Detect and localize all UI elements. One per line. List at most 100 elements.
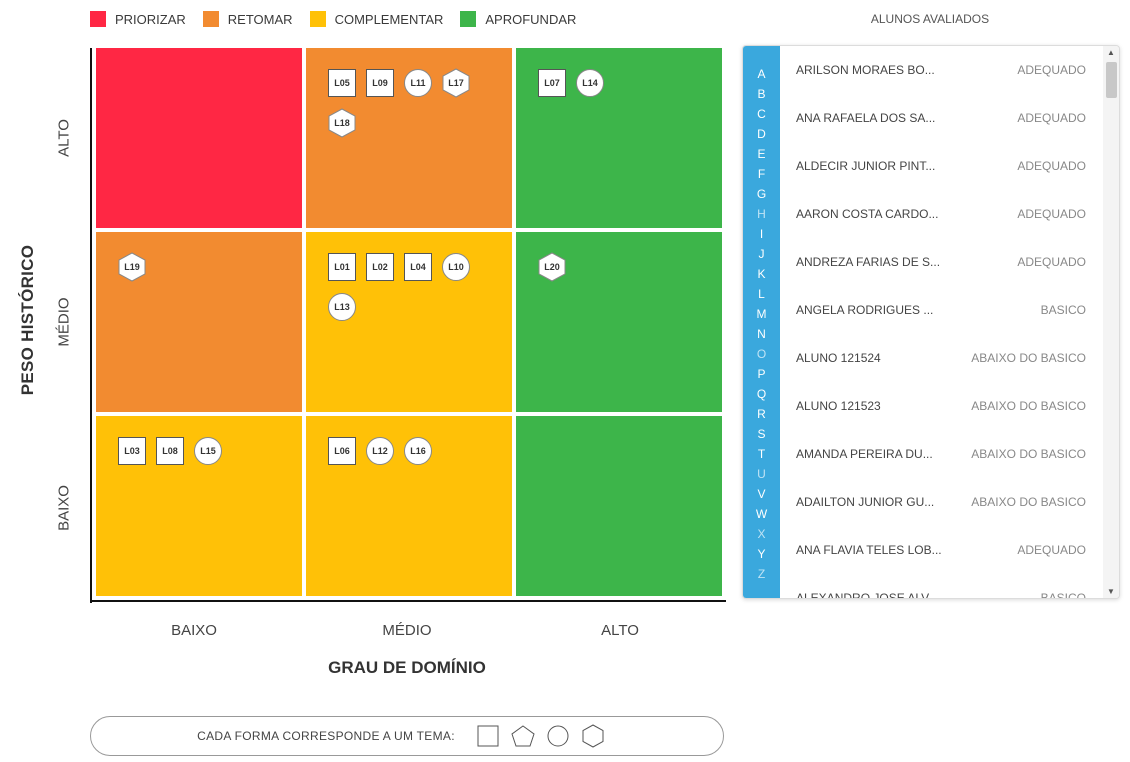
student-row[interactable]: ANA FLAVIA TELES LOB... ADEQUADO xyxy=(780,526,1104,574)
x-axis-line xyxy=(90,600,726,602)
alphabet-letter-o[interactable]: O xyxy=(757,344,766,364)
matrix-cell-baixo-medio: L06 L12 L16 xyxy=(306,416,512,596)
student-row[interactable]: ALDECIR JUNIOR PINT... ADEQUADO xyxy=(780,142,1104,190)
topic-marker-l20[interactable]: L20 xyxy=(538,252,566,282)
topic-marker-label: L01 xyxy=(334,262,350,272)
student-status: ADEQUADO xyxy=(1017,255,1086,269)
topic-marker-label: L04 xyxy=(410,262,426,272)
topic-marker-l03[interactable]: L03 xyxy=(118,437,146,465)
student-row[interactable]: ANGELA RODRIGUES ... BASICO xyxy=(780,286,1104,334)
student-row[interactable]: ALUNO 121523 ABAIXO DO BASICO xyxy=(780,382,1104,430)
topic-marker-l01[interactable]: L01 xyxy=(328,253,356,281)
alphabet-letter-t[interactable]: T xyxy=(758,444,765,464)
topic-marker-l16[interactable]: L16 xyxy=(404,437,432,465)
student-row[interactable]: ADAILTON JUNIOR GU... ABAIXO DO BASICO xyxy=(780,478,1104,526)
topic-marker-label: L16 xyxy=(410,446,426,456)
topic-marker-l07[interactable]: L07 xyxy=(538,69,566,97)
topic-marker-label: L10 xyxy=(448,262,464,272)
matrix-cell-alto-medio: L05 L09 L11 L17 L18 xyxy=(306,48,512,228)
topic-marker-l19[interactable]: L19 xyxy=(118,252,146,282)
alphabet-letter-a[interactable]: A xyxy=(757,64,765,84)
student-status: ABAIXO DO BASICO xyxy=(971,495,1086,509)
alphabet-letter-u[interactable]: U xyxy=(757,464,766,484)
y-axis-label-medio: MÉDIO xyxy=(55,297,73,347)
student-row[interactable]: ANDREZA FARIAS DE S... ADEQUADO xyxy=(780,238,1104,286)
circle-icon xyxy=(547,725,569,747)
alphabet-letter-p[interactable]: P xyxy=(757,364,765,384)
student-row[interactable]: AMANDA PEREIRA DU... ABAIXO DO BASICO xyxy=(780,430,1104,478)
alphabet-letter-k[interactable]: K xyxy=(757,264,765,284)
student-row[interactable]: ARILSON MORAES BO... ADEQUADO xyxy=(780,46,1104,94)
students-panel: ABCDEFGHIJKLMNOPQRSTUVWXYZ ARILSON MORAE… xyxy=(742,45,1120,599)
alphabet-letter-s[interactable]: S xyxy=(757,424,765,444)
alphabet-letter-y[interactable]: Y xyxy=(757,544,765,564)
scroll-up-icon[interactable]: ▲ xyxy=(1103,48,1119,57)
topic-marker-label: L12 xyxy=(372,446,388,456)
student-name: ALEXANDRO JOSE ALV... xyxy=(796,591,939,598)
alphabet-letter-c[interactable]: C xyxy=(757,104,766,124)
topic-marker-l13[interactable]: L13 xyxy=(328,293,356,321)
student-row[interactable]: AARON COSTA CARDO... ADEQUADO xyxy=(780,190,1104,238)
topic-marker-l12[interactable]: L12 xyxy=(366,437,394,465)
matrix-cell-medio-medio: L01 L02 L04 L10 L13 xyxy=(306,232,512,412)
student-name: ALUNO 121523 xyxy=(796,399,881,413)
student-status: ABAIXO DO BASICO xyxy=(971,447,1086,461)
x-axis-label-alto: ALTO xyxy=(601,622,639,639)
topic-marker-l15[interactable]: L15 xyxy=(194,437,222,465)
alphabet-letter-d[interactable]: D xyxy=(757,124,766,144)
student-name: ALUNO 121524 xyxy=(796,351,881,365)
alphabet-letter-v[interactable]: V xyxy=(757,484,765,504)
alphabet-index: ABCDEFGHIJKLMNOPQRSTUVWXYZ xyxy=(743,46,780,598)
topic-marker-l18[interactable]: L18 xyxy=(328,108,356,138)
alphabet-letter-x[interactable]: X xyxy=(757,524,765,544)
topic-marker-l10[interactable]: L10 xyxy=(442,253,470,281)
alphabet-letter-g[interactable]: G xyxy=(757,184,766,204)
scroll-thumb[interactable] xyxy=(1106,62,1117,98)
student-name: AMANDA PEREIRA DU... xyxy=(796,447,933,461)
alphabet-letter-l[interactable]: L xyxy=(758,284,765,304)
student-name: ANGELA RODRIGUES ... xyxy=(796,303,934,317)
legend-label: APROFUNDAR xyxy=(485,11,577,27)
alphabet-letter-z[interactable]: Z xyxy=(758,564,765,584)
alphabet-letter-j[interactable]: J xyxy=(759,244,765,264)
hexagon-icon xyxy=(581,724,605,748)
student-row[interactable]: ANA RAFAELA DOS SA... ADEQUADO xyxy=(780,94,1104,142)
topic-marker-l08[interactable]: L08 xyxy=(156,437,184,465)
topic-marker-l04[interactable]: L04 xyxy=(404,253,432,281)
student-name: ALDECIR JUNIOR PINT... xyxy=(796,159,936,173)
topic-marker-l09[interactable]: L09 xyxy=(366,69,394,97)
alphabet-letter-e[interactable]: E xyxy=(757,144,765,164)
student-row[interactable]: ALUNO 121524 ABAIXO DO BASICO xyxy=(780,334,1104,382)
student-list[interactable]: ARILSON MORAES BO... ADEQUADO ANA RAFAELA … xyxy=(780,46,1104,598)
student-status: BASICO xyxy=(1040,303,1086,317)
topic-marker-l17[interactable]: L17 xyxy=(442,68,470,98)
matrix-cell-baixo-alto xyxy=(516,416,722,596)
alphabet-letter-r[interactable]: R xyxy=(757,404,766,424)
topic-marker-l06[interactable]: L06 xyxy=(328,437,356,465)
student-row[interactable]: ALEXANDRO JOSE ALV... BASICO xyxy=(780,574,1104,598)
topic-marker-label: L08 xyxy=(162,446,178,456)
alphabet-letter-m[interactable]: M xyxy=(757,304,767,324)
alphabet-letter-f[interactable]: F xyxy=(758,164,765,184)
alphabet-letter-b[interactable]: B xyxy=(757,84,765,104)
y-axis-title: PESO HISTÓRICO xyxy=(18,244,37,396)
student-status: ADEQUADO xyxy=(1017,111,1086,125)
alphabet-letter-q[interactable]: Q xyxy=(757,384,766,404)
y-axis-line xyxy=(90,48,92,603)
student-list-scrollbar[interactable]: ▲ ▼ xyxy=(1103,46,1119,598)
topic-marker-label: L06 xyxy=(334,446,350,456)
alphabet-letter-i[interactable]: I xyxy=(760,224,763,244)
topic-marker-l14[interactable]: L14 xyxy=(576,69,604,97)
student-status: BASICO xyxy=(1040,591,1086,598)
student-name: AARON COSTA CARDO... xyxy=(796,207,939,221)
topic-marker-l02[interactable]: L02 xyxy=(366,253,394,281)
topic-marker-l05[interactable]: L05 xyxy=(328,69,356,97)
legend-item-priorizar: PRIORIZAR xyxy=(90,11,186,27)
shape-legend-text: CADA FORMA CORRESPONDE A UM TEMA: xyxy=(197,729,455,743)
legend-label: RETOMAR xyxy=(227,11,293,27)
scroll-down-icon[interactable]: ▼ xyxy=(1103,587,1119,596)
alphabet-letter-w[interactable]: W xyxy=(756,504,767,524)
alphabet-letter-n[interactable]: N xyxy=(757,324,766,344)
alphabet-letter-h[interactable]: H xyxy=(757,204,766,224)
topic-marker-l11[interactable]: L11 xyxy=(404,69,432,97)
